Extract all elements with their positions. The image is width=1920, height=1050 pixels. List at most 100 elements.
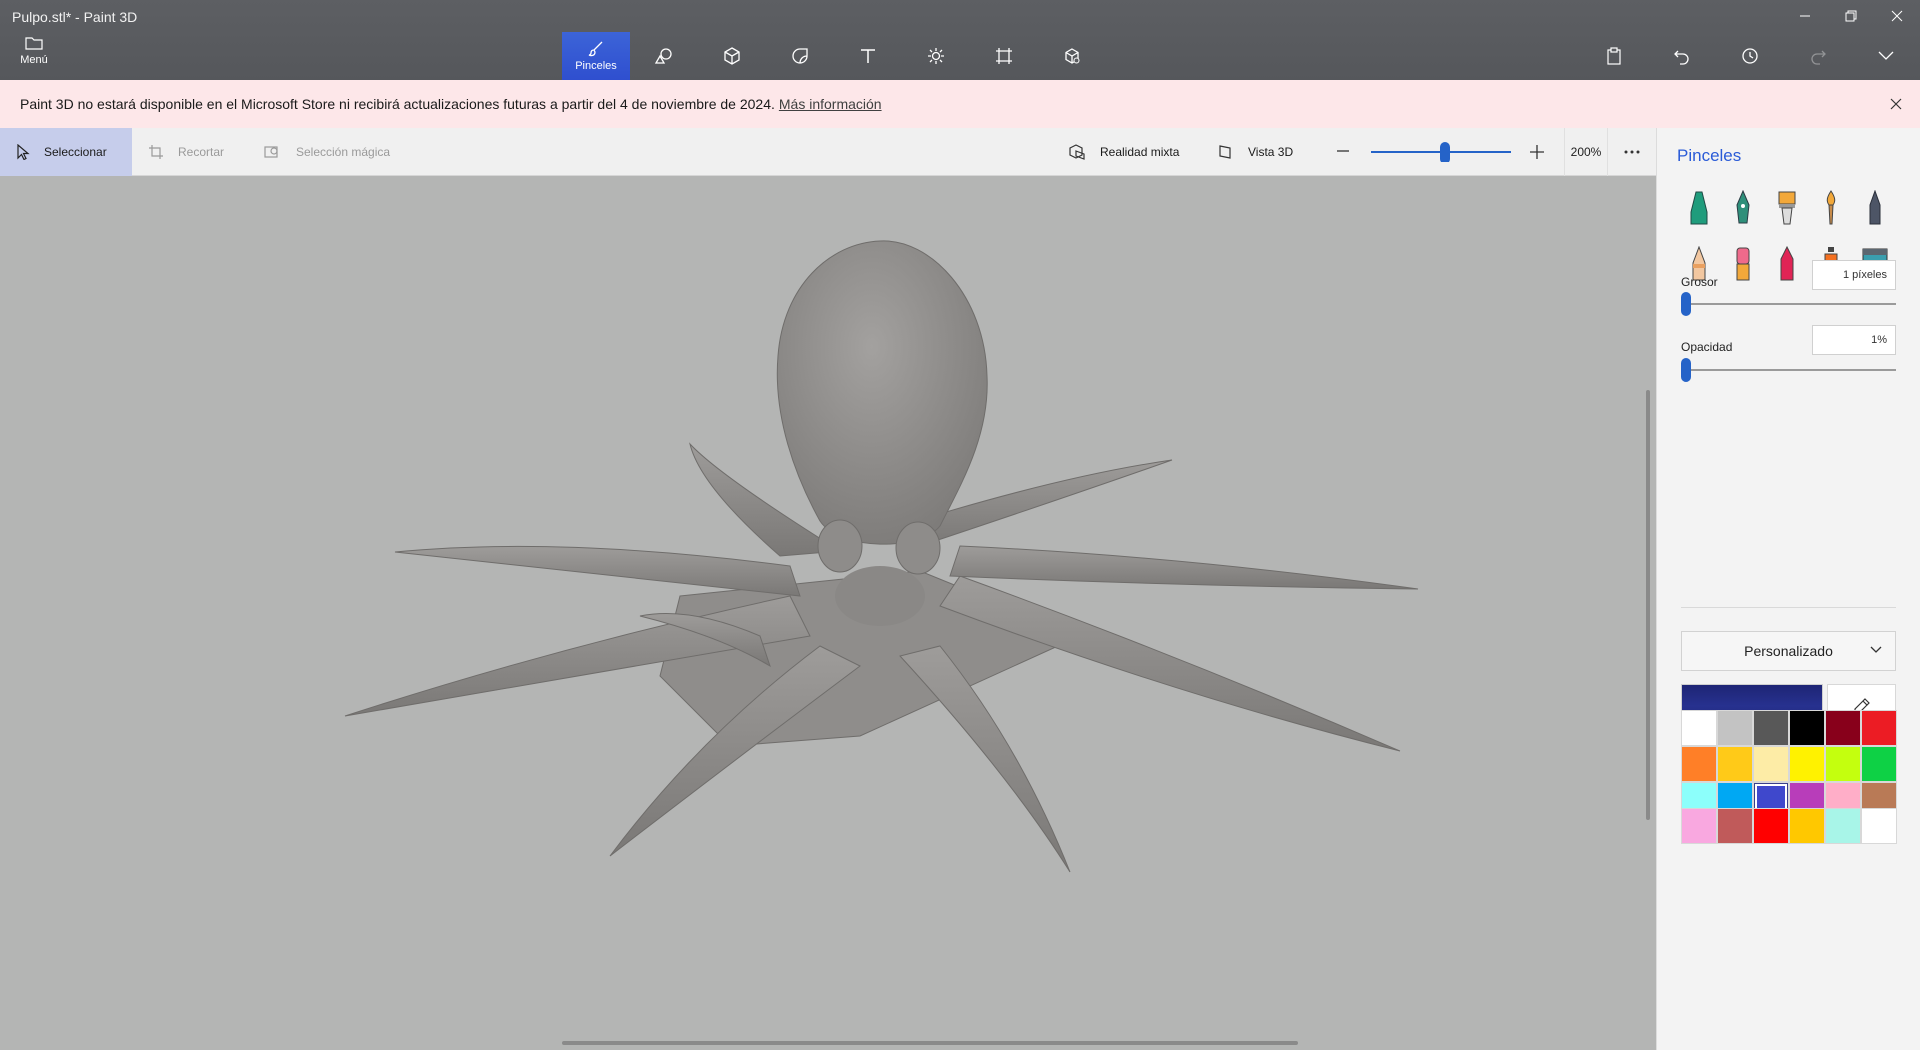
thickness-input[interactable]: 1 píxeles [1812, 260, 1896, 290]
palette-dropdown[interactable]: Personalizado [1681, 631, 1896, 671]
color-swatch[interactable] [1717, 746, 1753, 782]
history-icon[interactable] [1716, 36, 1784, 76]
opacity-input[interactable]: 1% [1812, 325, 1896, 355]
minimize-icon[interactable] [1782, 0, 1828, 32]
tool-3d-library[interactable] [1038, 32, 1106, 80]
redo-icon[interactable] [1784, 36, 1852, 76]
stickers-icon [792, 48, 808, 64]
custom-color-swatch[interactable] [1861, 808, 1897, 844]
custom-color-swatch[interactable] [1825, 808, 1861, 844]
close-icon[interactable] [1886, 94, 1906, 114]
mixed-reality-label: Realidad mixta [1100, 145, 1180, 159]
view-3d-icon [1219, 145, 1231, 159]
tool-stickers[interactable] [766, 32, 834, 80]
color-swatch[interactable] [1753, 746, 1789, 782]
color-swatch[interactable] [1681, 710, 1717, 746]
crop-button[interactable]: Recortar [148, 128, 224, 176]
3d-canvas[interactable] [0, 176, 1656, 1050]
brush-icon [588, 41, 603, 57]
tool-2d-shapes[interactable] [630, 32, 698, 80]
color-swatch[interactable] [1789, 746, 1825, 782]
window-title: Pulpo.stl* - Paint 3D [12, 9, 138, 25]
mixed-reality-button[interactable]: Realidad mixta [1068, 128, 1179, 176]
main-toolbar: Pinceles [562, 32, 1106, 80]
color-swatch[interactable] [1753, 710, 1789, 746]
minus-icon [1337, 150, 1349, 152]
oil-brush-icon[interactable] [1765, 186, 1809, 230]
opacity-slider-thumb[interactable] [1681, 358, 1691, 382]
thickness-label: Grosor [1681, 275, 1718, 289]
color-swatch[interactable] [1861, 710, 1897, 746]
undo-icon[interactable] [1648, 36, 1716, 76]
effects-icon [928, 48, 944, 64]
banner-more-info-link[interactable]: Más información [779, 96, 882, 112]
more-options-icon[interactable] [1618, 138, 1646, 166]
panel-title: Pinceles [1677, 146, 1742, 165]
custom-color-swatch[interactable] [1717, 808, 1753, 844]
palette-dropdown-label: Personalizado [1744, 643, 1833, 659]
canvas-icon [996, 48, 1012, 64]
tool-canvas[interactable] [970, 32, 1038, 80]
opacity-label: Opacidad [1681, 340, 1733, 354]
tool-effects[interactable] [902, 32, 970, 80]
restore-icon[interactable] [1828, 0, 1874, 32]
tool-brushes[interactable]: Pinceles [562, 32, 630, 80]
zoom-in-button[interactable] [1529, 140, 1545, 166]
text-icon [861, 49, 875, 63]
select-label: Seleccionar [44, 145, 107, 159]
custom-color-swatch[interactable] [1681, 808, 1717, 844]
magic-select-label: Selección mágica [296, 145, 391, 159]
zoom-out-button[interactable] [1334, 142, 1352, 160]
calligraphy-pen-icon[interactable] [1721, 186, 1765, 230]
thickness-slider-thumb[interactable] [1681, 292, 1691, 316]
zoom-slider[interactable] [1371, 142, 1511, 162]
3d-library-icon [1065, 48, 1080, 64]
color-swatch[interactable] [1681, 746, 1717, 782]
watercolor-icon[interactable] [1809, 186, 1853, 230]
color-swatch[interactable] [1825, 710, 1861, 746]
tool-3d-shapes[interactable] [698, 32, 766, 80]
close-icon[interactable] [1874, 0, 1920, 32]
title-bar: Pulpo.stl* - Paint 3D Menú Pinceles [0, 0, 1920, 80]
pixel-pen-icon[interactable] [1853, 186, 1897, 230]
crop-icon [149, 145, 163, 159]
expand-icon[interactable] [1852, 36, 1920, 76]
color-palette [1681, 710, 1897, 818]
color-swatch[interactable] [1861, 746, 1897, 782]
menu-button[interactable]: Menú [10, 36, 58, 76]
folder-icon [25, 37, 43, 50]
horizontal-scrollbar[interactable] [562, 1041, 1298, 1045]
brushes-panel: Pinceles Grosor 1 píxeles Opacidad 1% Pe… [1656, 128, 1920, 1050]
custom-color-swatch[interactable] [1789, 808, 1825, 844]
magic-select-button[interactable]: Selección mágica [264, 128, 390, 176]
vertical-scrollbar[interactable] [1646, 390, 1650, 820]
eraser-icon[interactable] [1721, 242, 1765, 286]
zoom-percentage[interactable]: 200% [1564, 128, 1608, 176]
crop-label: Recortar [178, 145, 225, 159]
selection-toolbar: Seleccionar Recortar Selección mágica Re… [0, 128, 1656, 176]
cursor-icon [17, 144, 30, 160]
view-3d-button[interactable]: Vista 3D [1218, 128, 1293, 176]
color-swatch[interactable] [1717, 710, 1753, 746]
menu-label: Menú [20, 54, 48, 66]
view-3d-label: Vista 3D [1248, 145, 1294, 159]
window-controls [1782, 0, 1920, 32]
mixed-reality-icon [1069, 144, 1085, 160]
panel-divider [1681, 607, 1896, 608]
thickness-slider[interactable] [1681, 292, 1896, 316]
marker-icon[interactable] [1677, 186, 1721, 230]
shapes-3d-icon [724, 47, 740, 65]
opacity-slider[interactable] [1681, 358, 1896, 382]
color-swatch[interactable] [1825, 746, 1861, 782]
octopus-model[interactable] [0, 176, 1656, 1050]
banner-text: Paint 3D no estará disponible en el Micr… [20, 96, 775, 112]
select-button[interactable]: Seleccionar [0, 128, 132, 176]
color-swatch[interactable] [1789, 710, 1825, 746]
custom-color-palette [1681, 808, 1897, 844]
zoom-slider-thumb[interactable] [1440, 142, 1450, 162]
paste-icon[interactable] [1580, 36, 1648, 76]
custom-color-swatch[interactable] [1753, 808, 1789, 844]
crayon-icon[interactable] [1765, 242, 1809, 286]
right-commands [1580, 36, 1920, 76]
tool-text[interactable] [834, 32, 902, 80]
